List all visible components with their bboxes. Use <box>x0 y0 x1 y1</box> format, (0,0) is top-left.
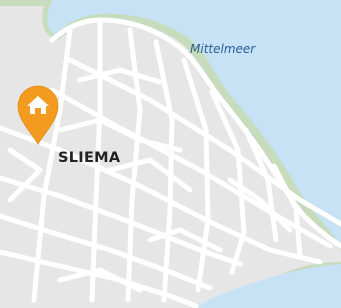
town-label: SLIEMA <box>58 150 121 166</box>
map-canvas <box>0 0 341 308</box>
map-view[interactable]: Mittelmeer SLIEMA <box>0 0 341 308</box>
sea-label: Mittelmeer <box>190 42 256 56</box>
